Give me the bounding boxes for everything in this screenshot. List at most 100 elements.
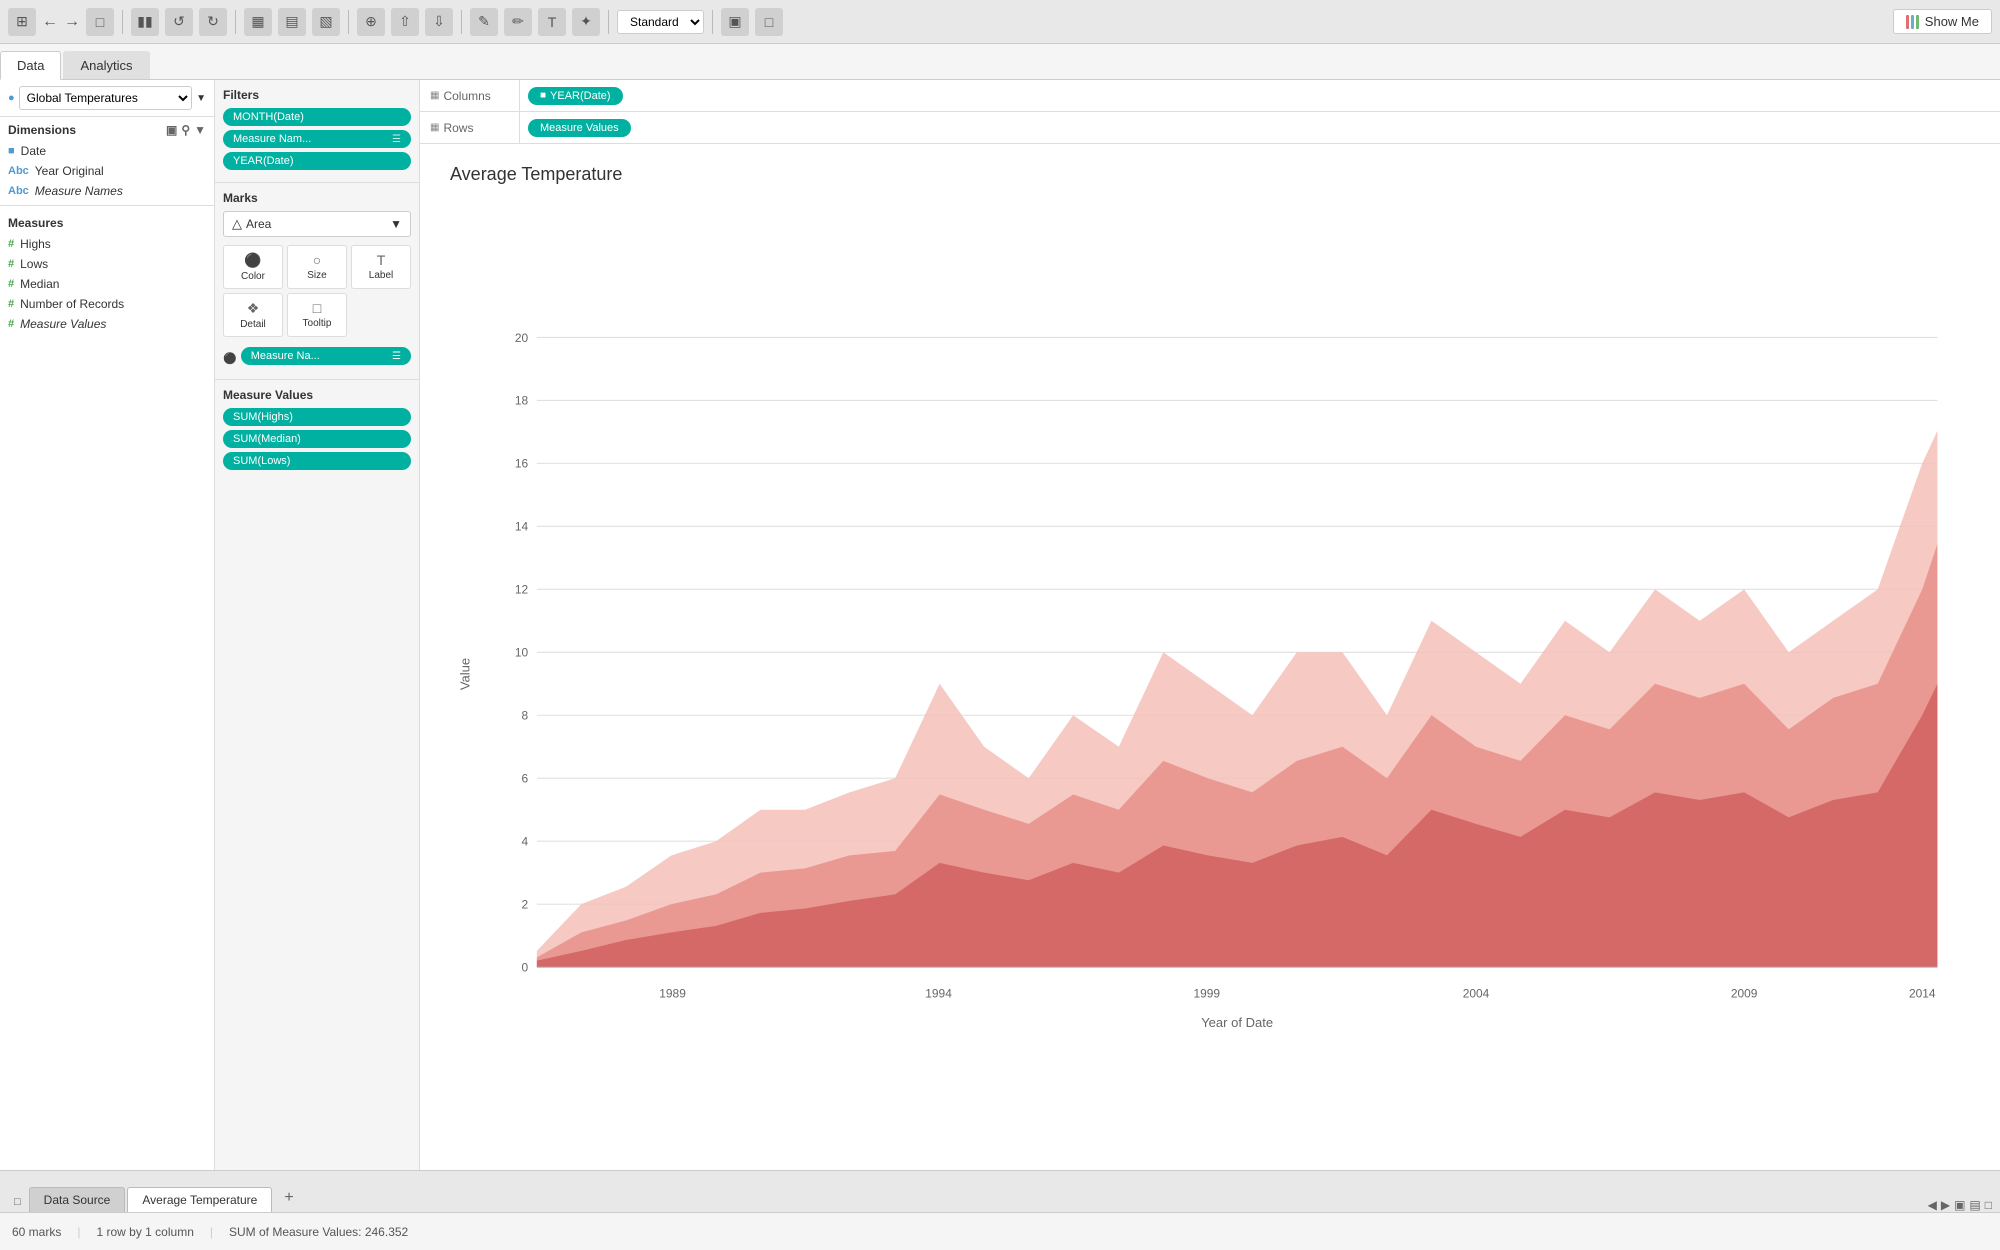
divider-1 [0, 205, 214, 206]
analysis-icon[interactable]: ▧ [312, 8, 340, 36]
sort-asc-icon[interactable]: ⇧ [391, 8, 419, 36]
columns-label: ▦ Columns [420, 80, 520, 111]
present-icon[interactable]: ▣ [721, 8, 749, 36]
sep5 [608, 10, 609, 34]
pause-icon[interactable]: ▮▮ [131, 8, 159, 36]
sheet-tab-average-temperature[interactable]: Average Temperature [127, 1187, 272, 1212]
marks-type-label: Area [246, 217, 271, 231]
svg-text:4: 4 [522, 835, 529, 849]
save-icon[interactable]: □ [86, 8, 114, 36]
home-icon[interactable]: ⊞ [8, 8, 36, 36]
detail-label: Detail [240, 319, 266, 330]
field-measure-values[interactable]: # Measure Values [0, 314, 214, 334]
columns-year-pill[interactable]: ■ YEAR(Date) [528, 87, 623, 105]
dimensions-more-icon[interactable]: ▼ [194, 123, 206, 137]
sum-median-label: SUM(Median) [233, 433, 301, 445]
sum-lows-pill[interactable]: SUM(Lows) [223, 452, 411, 470]
color-icon: ⚫ [244, 252, 261, 269]
undo-icon[interactable]: ↺ [165, 8, 193, 36]
label-icon: T [377, 252, 386, 268]
filter-month-label: MONTH(Date) [233, 111, 304, 123]
standard-dropdown[interactable]: Standard [617, 10, 704, 34]
add-sheet-button[interactable]: + [274, 1184, 303, 1212]
x-label-1999: 1999 [1193, 987, 1220, 1001]
filter-year-date[interactable]: YEAR(Date) [223, 152, 411, 170]
x-label-1994: 1994 [925, 987, 952, 1001]
center-panel: Filters MONTH(Date) Measure Nam... ☰ YEA… [215, 80, 420, 1170]
field-highs[interactable]: # Highs [0, 234, 214, 254]
pin-icon[interactable]: ✦ [572, 8, 600, 36]
color-label: Color [241, 271, 265, 282]
field-year-original-label: Year Original [35, 164, 104, 178]
field-date-label: Date [21, 144, 46, 158]
svg-text:14: 14 [515, 520, 529, 534]
tab-analytics[interactable]: Analytics [63, 51, 149, 79]
field-median[interactable]: # Median [0, 274, 214, 294]
tab-data[interactable]: Data [0, 51, 61, 80]
columns-shelf: ▦ Columns ■ YEAR(Date) [420, 80, 2000, 112]
sheet-tab-data-source[interactable]: Data Source [29, 1187, 126, 1212]
marks-type-dropdown[interactable]: △ Area ▼ [223, 211, 411, 237]
list-view-icon[interactable]: ▤ [1969, 1198, 1980, 1212]
field-measure-names[interactable]: Abc Measure Names [0, 181, 214, 201]
x-label-2014: 2014 [1909, 987, 1936, 1001]
text-icon[interactable]: T [538, 8, 566, 36]
device-icon[interactable]: □ [755, 8, 783, 36]
forward-button[interactable]: → [64, 13, 80, 31]
filters-section: Filters MONTH(Date) Measure Nam... ☰ YEA… [215, 80, 419, 183]
measure-values-icon: # [8, 318, 14, 330]
data-source-selector[interactable]: ● Global Temperatures ▼ [0, 80, 214, 117]
field-highs-label: Highs [20, 237, 51, 251]
table-icon[interactable]: ▤ [278, 8, 306, 36]
data-source-dropdown[interactable]: Global Temperatures [19, 86, 192, 110]
measure-lows-icon: # [8, 258, 14, 270]
svg-text:2: 2 [522, 898, 529, 912]
sort-desc-icon[interactable]: ⇩ [425, 8, 453, 36]
dimensions-grid-icon[interactable]: ▣ [166, 123, 177, 137]
nav-prev-icon[interactable]: ◀ [1928, 1198, 1937, 1212]
marks-color-btn[interactable]: ⚫ Color [223, 245, 283, 289]
sep1 [122, 10, 123, 34]
marks-label-btn[interactable]: T Label [351, 245, 411, 289]
redo-icon[interactable]: ↻ [199, 8, 227, 36]
filter-measure-names[interactable]: Measure Nam... ☰ [223, 130, 411, 148]
field-records-label: Number of Records [20, 297, 124, 311]
chart-title: Average Temperature [450, 164, 1970, 185]
chart-svg: Value 20 18 16 14 12 [450, 201, 1970, 1147]
filter-year-label: YEAR(Date) [233, 155, 294, 167]
sum-highs-label: SUM(Highs) [233, 411, 293, 423]
highlight-icon[interactable]: ✎ [470, 8, 498, 36]
filter-month-date[interactable]: MONTH(Date) [223, 108, 411, 126]
field-lows[interactable]: # Lows [0, 254, 214, 274]
grid-view-icon[interactable]: ▣ [1954, 1198, 1965, 1212]
color-measure-names-pill[interactable]: Measure Na... ☰ [241, 347, 411, 365]
rows-content: Measure Values [520, 115, 2000, 141]
fullscreen-icon[interactable]: □ [1985, 1198, 1992, 1212]
marks-tooltip-btn[interactable]: □ Tooltip [287, 293, 347, 337]
columns-year-label: YEAR(Date) [550, 90, 611, 102]
field-number-of-records[interactable]: # Number of Records [0, 294, 214, 314]
connect-icon[interactable]: ⊕ [357, 8, 385, 36]
field-date[interactable]: ■ Date [0, 141, 214, 161]
color-measure-names-label: Measure Na... [251, 350, 320, 362]
back-button[interactable]: ← [42, 13, 58, 31]
marks-detail-btn[interactable]: ❖ Detail [223, 293, 283, 337]
dimensions-search-icon[interactable]: ⚲ [181, 123, 190, 137]
marks-size-btn[interactable]: ○ Size [287, 245, 347, 289]
sum-median-pill[interactable]: SUM(Median) [223, 430, 411, 448]
sep2 [235, 10, 236, 34]
sum-highs-pill[interactable]: SUM(Highs) [223, 408, 411, 426]
annotate-icon[interactable]: ✏ [504, 8, 532, 36]
nav-next-icon[interactable]: ▶ [1941, 1198, 1950, 1212]
x-label-2004: 2004 [1463, 987, 1490, 1001]
marks-buttons: ⚫ Color ○ Size T Label ❖ Detail □ Tool [223, 245, 411, 337]
rows-measure-pill[interactable]: Measure Values [528, 119, 631, 137]
data-source-arrow[interactable]: ▼ [196, 93, 206, 104]
chart-icon[interactable]: ▦ [244, 8, 272, 36]
svg-text:12: 12 [515, 583, 529, 597]
columns-content: ■ YEAR(Date) [520, 83, 2000, 109]
show-me-button[interactable]: Show Me [1893, 9, 1992, 34]
field-year-original[interactable]: Abc Year Original [0, 161, 214, 181]
measure-values-section: Measure Values SUM(Highs) SUM(Median) SU… [215, 380, 419, 482]
shelf-year-icon: ■ [540, 90, 546, 101]
